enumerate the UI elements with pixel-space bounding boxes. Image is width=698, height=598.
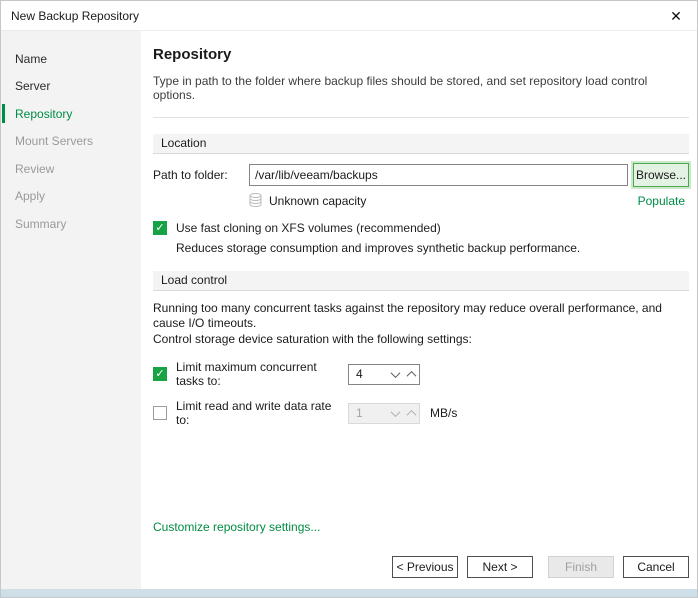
task-limit-spinner: 4 (348, 364, 420, 385)
task-limit-decrease-button[interactable] (387, 365, 403, 384)
sidebar-item-name[interactable]: Name (1, 45, 141, 73)
path-to-folder-label: Path to folder: (153, 168, 249, 182)
rate-limit-decrease-button (387, 404, 403, 423)
dialog-body: Name Server Repository Mount Servers Rev… (1, 31, 697, 589)
rate-limit-unit: MB/s (430, 406, 457, 420)
path-to-folder-input[interactable] (249, 164, 628, 186)
chevron-down-icon (390, 368, 400, 378)
capacity-text: Unknown capacity (269, 194, 366, 208)
populate-link[interactable]: Populate (638, 194, 685, 208)
location-section-header: Location (153, 134, 689, 154)
task-limit-value[interactable]: 4 (349, 367, 387, 381)
next-button[interactable]: Next > (467, 556, 533, 578)
rate-limit-checkbox[interactable] (153, 406, 167, 420)
chevron-up-icon (406, 371, 416, 381)
page-title: Repository (153, 46, 689, 63)
cancel-button[interactable]: Cancel (623, 556, 689, 578)
wizard-steps-sidebar: Name Server Repository Mount Servers Rev… (1, 31, 141, 589)
new-backup-repository-dialog: New Backup Repository ✕ Name Server Repo… (0, 0, 698, 598)
sidebar-item-server[interactable]: Server (1, 73, 141, 101)
load-control-section-header: Load control (153, 271, 689, 291)
header-divider (153, 117, 689, 118)
chevron-up-icon (406, 410, 416, 420)
fast-cloning-checkbox[interactable]: ✓ (153, 221, 167, 235)
task-limit-row: ✓ Limit maximum concurrent tasks to: 4 (153, 360, 689, 388)
browse-button[interactable]: Browse... (633, 163, 689, 187)
database-icon (249, 193, 262, 208)
sidebar-item-repository[interactable]: Repository (1, 100, 141, 128)
chevron-down-icon (390, 407, 400, 417)
task-limit-checkbox[interactable]: ✓ (153, 367, 167, 381)
load-control-description: Running too many concurrent tasks agains… (153, 301, 689, 347)
rate-limit-label: Limit read and write data rate to: (176, 399, 348, 427)
fast-cloning-note: Reduces storage consumption and improves… (176, 241, 689, 255)
previous-button[interactable]: < Previous (392, 556, 458, 578)
page-description: Type in path to the folder where backup … (153, 74, 689, 102)
fast-cloning-row: ✓ Use fast cloning on XFS volumes (recom… (153, 221, 689, 235)
dialog-bottom-accent (1, 589, 697, 597)
title-bar: New Backup Repository ✕ (1, 1, 697, 31)
capacity-row: Unknown capacity Populate (153, 193, 689, 208)
sidebar-item-review[interactable]: Review (1, 155, 141, 183)
rate-limit-spinner: 1 (348, 403, 420, 424)
wizard-footer: < Previous Next > Finish Cancel (153, 556, 689, 578)
load-control-description-line1: Running too many concurrent tasks agains… (153, 301, 689, 332)
sidebar-item-summary[interactable]: Summary (1, 210, 141, 238)
main-panel: Repository Type in path to the folder wh… (141, 31, 697, 589)
sidebar-item-apply[interactable]: Apply (1, 183, 141, 211)
task-limit-label: Limit maximum concurrent tasks to: (176, 360, 348, 388)
window-title: New Backup Repository (11, 9, 139, 23)
fast-cloning-label: Use fast cloning on XFS volumes (recomme… (176, 221, 441, 235)
rate-limit-value: 1 (349, 406, 387, 420)
customize-repository-settings-link[interactable]: Customize repository settings... (153, 520, 320, 534)
rate-limit-increase-button (403, 404, 419, 423)
task-limit-increase-button[interactable] (403, 365, 419, 384)
finish-button: Finish (548, 556, 614, 578)
path-to-folder-row: Path to folder: Browse... (153, 163, 689, 187)
close-icon[interactable]: ✕ (665, 5, 687, 27)
load-control-description-line2: Control storage device saturation with t… (153, 332, 689, 347)
rate-limit-row: Limit read and write data rate to: 1 MB/… (153, 399, 689, 427)
sidebar-item-mount-servers[interactable]: Mount Servers (1, 128, 141, 156)
